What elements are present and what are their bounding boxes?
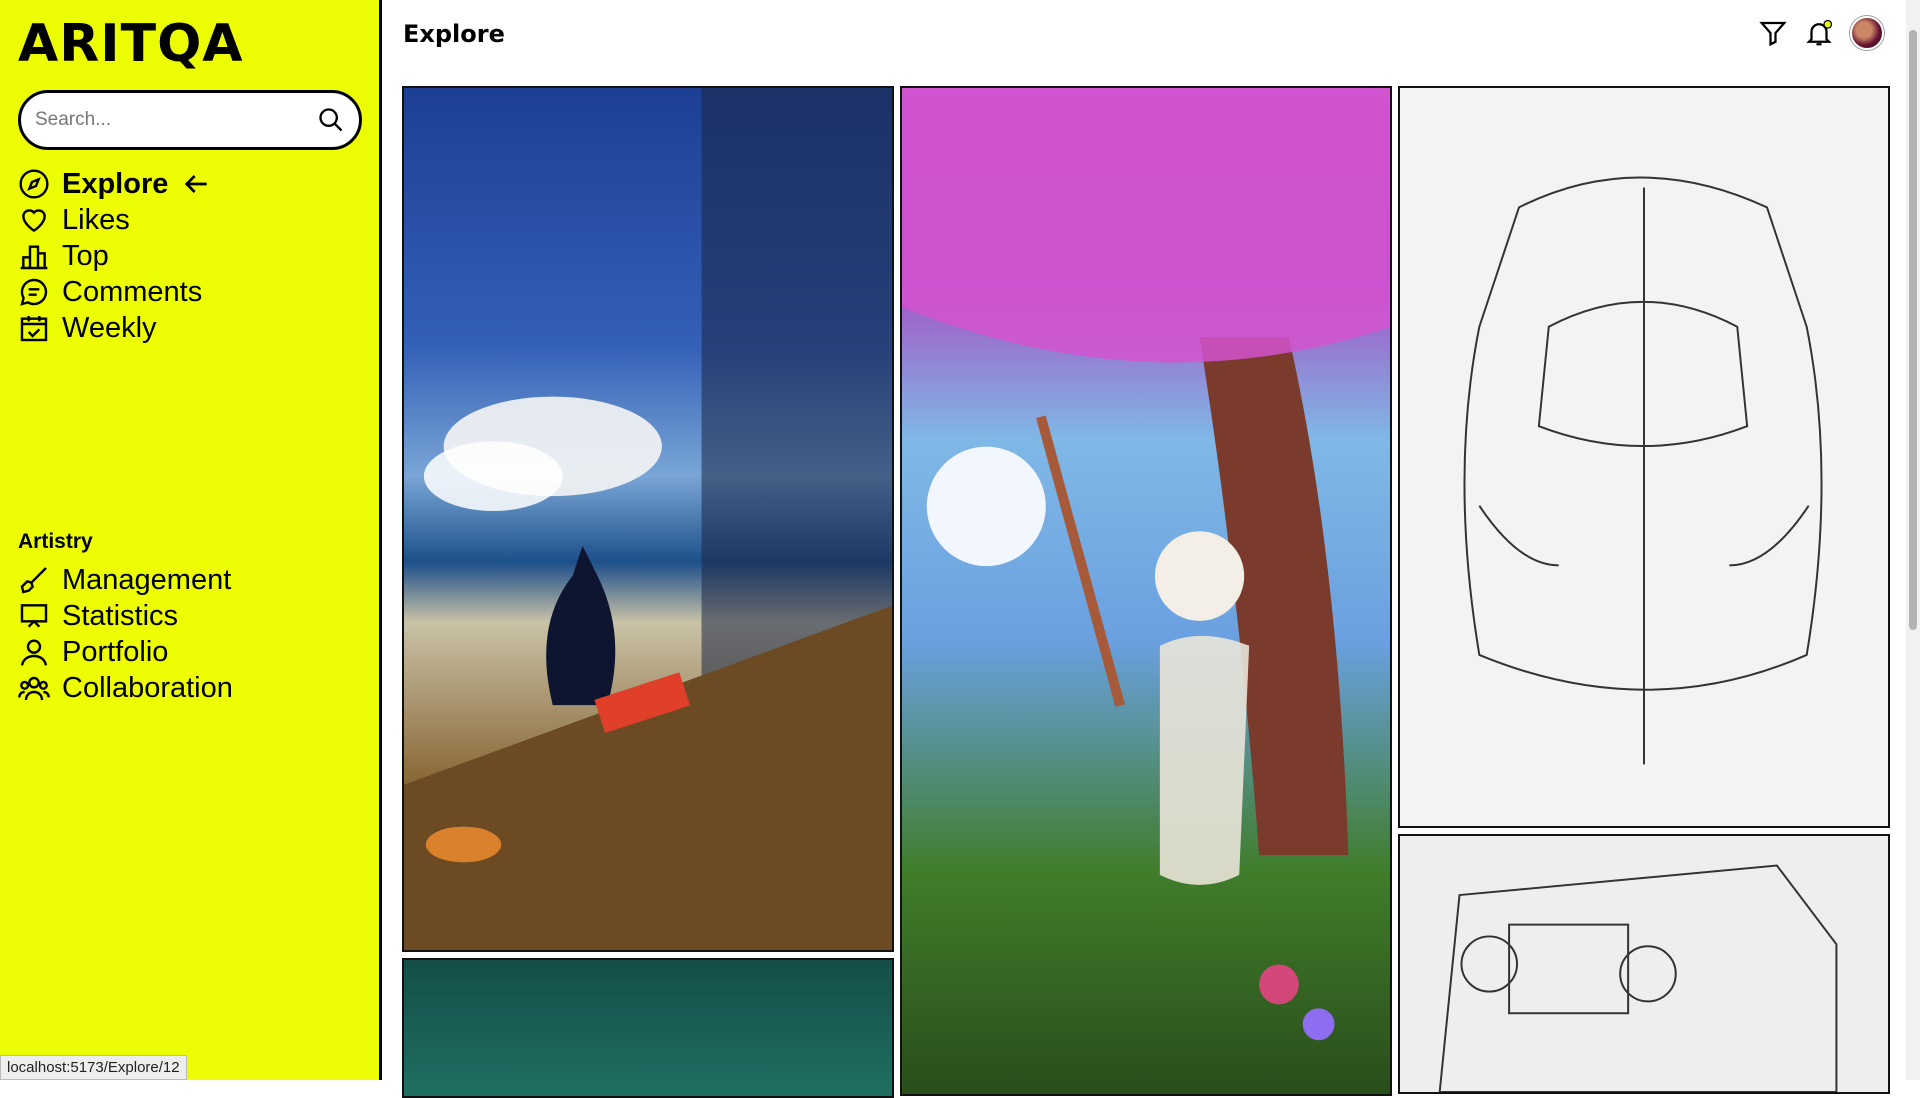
sidebar: ARITQA Search... Explore Likes Top Comme… xyxy=(0,0,382,1080)
search-input[interactable]: Search... xyxy=(35,109,317,131)
main-nav: Explore Likes Top Comments Weekly xyxy=(18,166,224,346)
nav-item-portfolio[interactable]: Portfolio xyxy=(18,634,233,670)
artwork-card-skeleton[interactable] xyxy=(900,86,1392,1096)
scrollbar-thumb[interactable] xyxy=(1909,30,1917,630)
nav-item-comments[interactable]: Comments xyxy=(18,274,224,310)
nav-label: Comments xyxy=(62,276,202,309)
bell-icon[interactable] xyxy=(1804,18,1834,48)
nav-label: Portfolio xyxy=(62,636,168,669)
main-content: Explore xyxy=(385,0,1920,1080)
arrow-left-icon xyxy=(180,168,212,200)
filter-icon[interactable] xyxy=(1758,18,1788,48)
artwork-image xyxy=(404,88,892,950)
nav-item-collaboration[interactable]: Collaboration xyxy=(18,670,233,706)
podium-icon xyxy=(18,240,50,272)
nav-label: Explore xyxy=(62,168,168,201)
compass-icon xyxy=(18,168,50,200)
nav-item-statistics[interactable]: Statistics xyxy=(18,598,233,634)
artwork-image xyxy=(902,88,1390,1094)
nav-label: Weekly xyxy=(62,312,157,345)
scrollbar[interactable] xyxy=(1906,0,1920,1080)
nav-label: Top xyxy=(62,240,109,273)
nav-item-likes[interactable]: Likes xyxy=(18,202,224,238)
artwork-card-car-sketch[interactable] xyxy=(1398,86,1890,828)
presentation-icon xyxy=(18,600,50,632)
status-url: localhost:5173/Explore/12 xyxy=(0,1055,187,1080)
artistry-nav: Management Statistics Portfolio Collabor… xyxy=(18,562,233,706)
section-title-artistry: Artistry xyxy=(18,530,93,554)
user-icon xyxy=(18,636,50,668)
users-icon xyxy=(18,672,50,704)
search-icon[interactable] xyxy=(317,106,345,134)
nav-label: Collaboration xyxy=(62,672,233,705)
nav-item-management[interactable]: Management xyxy=(18,562,233,598)
nav-item-top[interactable]: Top xyxy=(18,238,224,274)
nav-label: Management xyxy=(62,564,231,597)
avatar[interactable] xyxy=(1850,16,1884,50)
logo[interactable]: ARITQA xyxy=(18,14,244,74)
artwork-card-jeep-sketch[interactable] xyxy=(1398,834,1890,1094)
brush-icon xyxy=(18,564,50,596)
calendar-check-icon xyxy=(18,312,50,344)
search-box[interactable]: Search... xyxy=(18,90,362,150)
artwork-image xyxy=(1400,88,1888,826)
heart-icon xyxy=(18,204,50,236)
top-actions xyxy=(1758,16,1884,50)
nav-label: Statistics xyxy=(62,600,178,633)
page-title: Explore xyxy=(403,20,505,48)
nav-item-explore[interactable]: Explore xyxy=(18,166,224,202)
nav-item-weekly[interactable]: Weekly xyxy=(18,310,224,346)
chat-icon xyxy=(18,276,50,308)
nav-label: Likes xyxy=(62,204,130,237)
artwork-card-water[interactable] xyxy=(402,958,894,1098)
artwork-card-cafe-cat[interactable] xyxy=(402,86,894,952)
artwork-image xyxy=(1400,836,1888,1092)
